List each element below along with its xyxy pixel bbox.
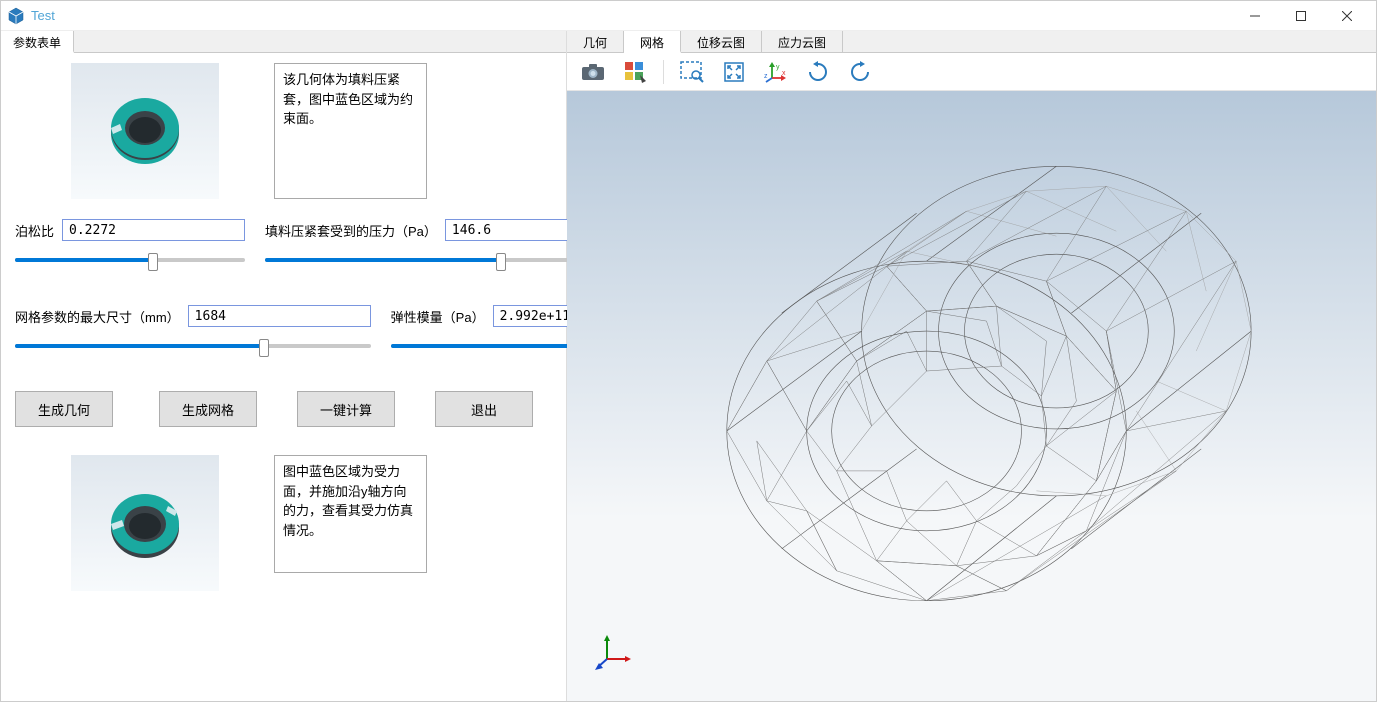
poisson-slider[interactable]	[15, 251, 245, 269]
modulus-label: 弹性模量（Pa）	[391, 307, 485, 326]
orientation-triad-icon	[595, 631, 635, 671]
generate-geometry-button[interactable]: 生成几何	[15, 391, 113, 427]
geometry-description-2: 图中蓝色区域为受力面，并施加沿y轴方向的力，查看其受力仿真情况。	[274, 455, 427, 573]
toolbar-separator	[663, 60, 664, 84]
load-preview-row: 图中蓝色区域为受力面，并施加沿y轴方向的力，查看其受力仿真情况。	[15, 455, 552, 591]
pressure-label: 填料压紧套受到的压力（Pa）	[265, 221, 437, 240]
titlebar: Test	[1, 1, 1376, 31]
main-body: 参数表单 该几何体为填料压紧套，图中蓝色	[1, 31, 1376, 701]
right-panel: 几何 网格 位移云图 应力云图	[567, 31, 1376, 701]
app-window: Test 参数表单	[0, 0, 1377, 702]
geometry-thumbnail-1	[71, 63, 219, 199]
poisson-input[interactable]	[62, 219, 245, 241]
window-controls	[1232, 1, 1370, 31]
svg-text:z: z	[764, 73, 768, 80]
zoom-window-icon[interactable]	[678, 58, 706, 86]
mesh-render	[567, 91, 1376, 701]
action-buttons: 生成几何 生成网格 一键计算 退出	[15, 391, 552, 427]
view-tabs: 几何 网格 位移云图 应力云图	[567, 31, 1376, 53]
geometry-description-1: 该几何体为填料压紧套，图中蓝色区域为约束面。	[274, 63, 427, 199]
fit-view-icon[interactable]	[720, 58, 748, 86]
window-title: Test	[31, 8, 1232, 23]
parameter-form: 该几何体为填料压紧套，图中蓝色区域为约束面。 泊松比	[1, 53, 566, 701]
left-tabbar: 参数表单	[1, 31, 566, 53]
geometry-thumbnail-2	[71, 455, 219, 591]
tab-mesh[interactable]: 网格	[624, 31, 681, 53]
generate-mesh-button[interactable]: 生成网格	[159, 391, 257, 427]
left-panel: 参数表单 该几何体为填料压紧套，图中蓝色	[1, 31, 567, 701]
tab-geometry[interactable]: 几何	[567, 31, 624, 52]
param-meshsize: 网格参数的最大尺寸（mm）	[15, 305, 371, 355]
calculate-button[interactable]: 一键计算	[297, 391, 395, 427]
param-row-1: 泊松比 填料压紧套受到的压力（Pa）	[15, 219, 552, 269]
app-icon	[7, 7, 25, 25]
svg-text:y: y	[776, 64, 780, 71]
axes-triad-icon[interactable]: y x z	[762, 58, 790, 86]
meshsize-label: 网格参数的最大尺寸（mm）	[15, 307, 180, 326]
color-palette-icon[interactable]	[621, 58, 649, 86]
geometry-preview-row: 该几何体为填料压紧套，图中蓝色区域为约束面。	[15, 63, 552, 199]
param-row-2: 网格参数的最大尺寸（mm） 弹性模量（Pa）	[15, 305, 552, 355]
camera-icon[interactable]	[579, 58, 607, 86]
mesh-viewport[interactable]	[567, 91, 1376, 701]
tab-stress[interactable]: 应力云图	[762, 31, 843, 52]
maximize-button[interactable]	[1278, 1, 1324, 31]
meshsize-slider[interactable]	[15, 337, 371, 355]
view-toolbar: y x z	[567, 53, 1376, 91]
close-button[interactable]	[1324, 1, 1370, 31]
exit-button[interactable]: 退出	[435, 391, 533, 427]
rotate-ccw-icon[interactable]	[846, 58, 874, 86]
rotate-cw-icon[interactable]	[804, 58, 832, 86]
meshsize-input[interactable]	[188, 305, 371, 327]
param-poisson: 泊松比	[15, 219, 245, 269]
tab-displacement[interactable]: 位移云图	[681, 31, 762, 52]
minimize-button[interactable]	[1232, 1, 1278, 31]
svg-text:x: x	[782, 70, 786, 77]
tab-parameter-form[interactable]: 参数表单	[1, 31, 74, 53]
poisson-label: 泊松比	[15, 221, 54, 240]
